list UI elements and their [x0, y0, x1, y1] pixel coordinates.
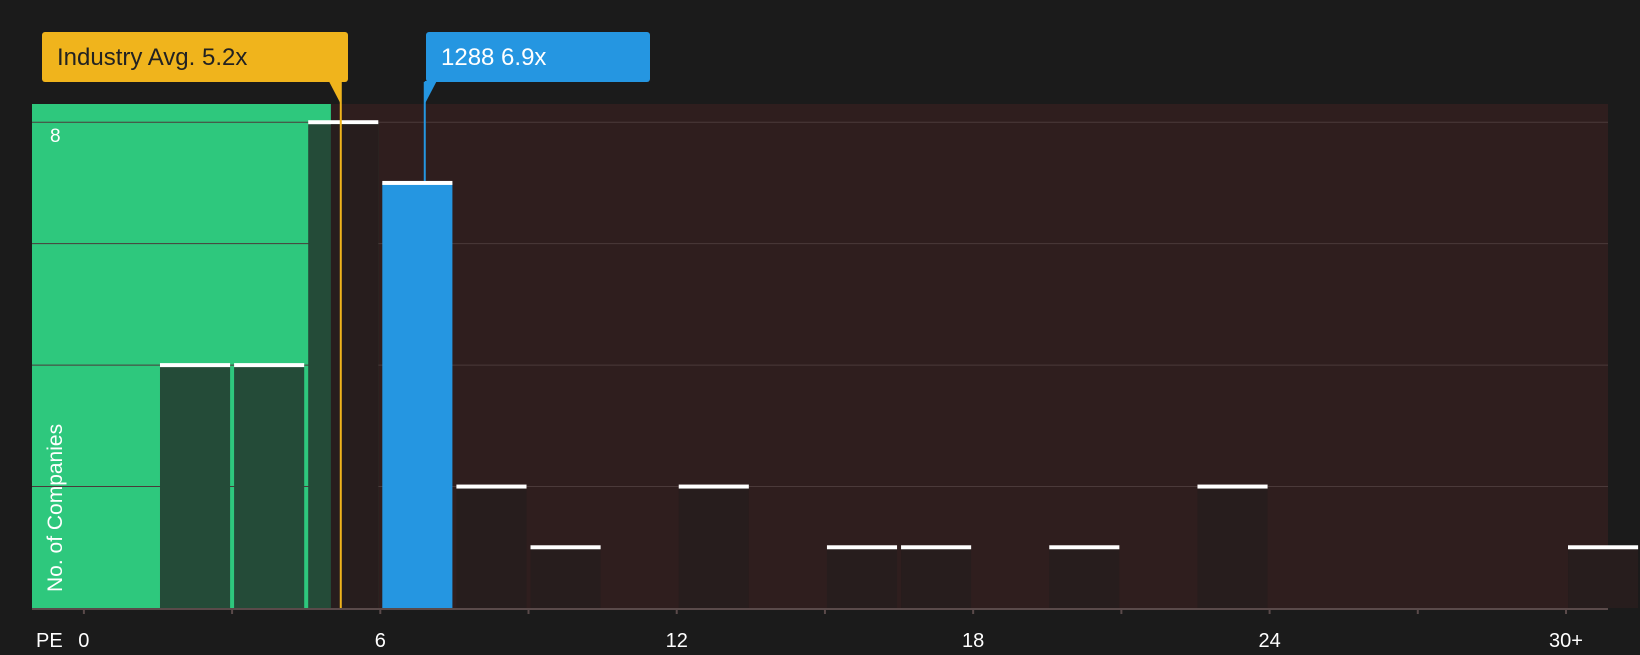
- histogram-bar: [382, 182, 453, 608]
- bar-cap: [234, 363, 305, 368]
- bar-cap: [1197, 484, 1268, 489]
- histogram-bar: [1197, 486, 1268, 608]
- histogram-bar: [456, 486, 527, 608]
- x-tick-label: 0: [78, 630, 89, 650]
- x-tick-label: 12: [666, 630, 688, 650]
- y-axis-label: No. of Companies: [44, 424, 67, 592]
- annotation-label: Industry Avg. 5.2x: [57, 44, 247, 71]
- bar-cap: [530, 545, 601, 550]
- y-tick-label: 8: [50, 126, 61, 147]
- annotation-label: 1288 6.9x: [441, 44, 546, 71]
- histogram-bar: [234, 365, 305, 608]
- histogram-bar: [826, 547, 898, 608]
- histogram-bar: [678, 486, 749, 608]
- bar-cap: [826, 545, 898, 550]
- x-tick-label: 18: [962, 630, 984, 650]
- pe-distribution-chart: 0 6 12 18 24 30+ PE 8 No. of Companies Industry …: [0, 0, 1640, 652]
- bar-cap: [1049, 545, 1120, 550]
- bar-outside-zone: [330, 124, 379, 609]
- annotation-pointer: [328, 81, 341, 104]
- bar-cap: [901, 545, 972, 550]
- annotation-pointer: [424, 81, 437, 104]
- bar-cap: [678, 484, 749, 489]
- histogram-bar: [159, 365, 231, 608]
- histogram-bar: [901, 547, 972, 608]
- bar-cap: [159, 363, 231, 368]
- bar-cap: [456, 484, 527, 489]
- histogram-bar: [1049, 547, 1120, 608]
- bar-cap: [382, 180, 453, 185]
- x-axis-label: PE: [36, 630, 63, 650]
- x-tick-label: 6: [375, 630, 386, 650]
- histogram-bar: [1568, 547, 1639, 608]
- x-tick-label: 30+: [1549, 630, 1583, 650]
- histogram-bar: [530, 547, 601, 608]
- bar-cap: [308, 120, 379, 125]
- chart-svg: 0 6 12 18 24 30+ PE 8 No. of Companies Industry …: [32, 32, 1639, 652]
- x-tick-label: 24: [1258, 630, 1280, 650]
- bar-cap: [1568, 545, 1639, 550]
